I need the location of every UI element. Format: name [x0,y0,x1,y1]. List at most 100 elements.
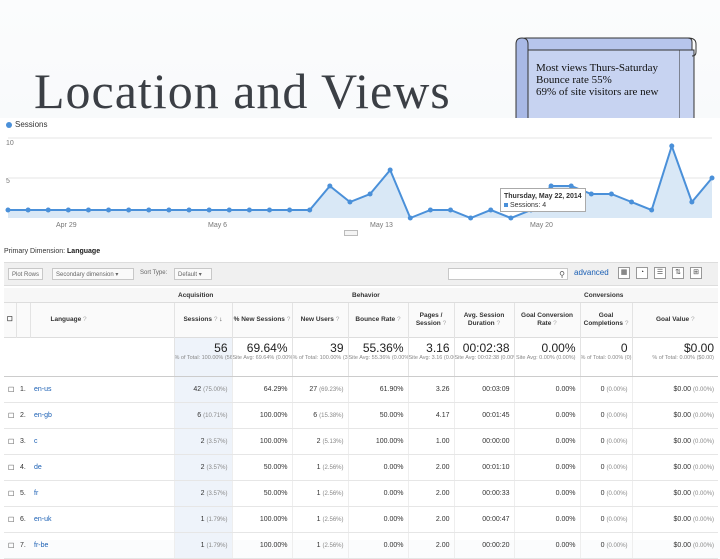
col-bounce-rate[interactable]: Bounce Rate ? [347,302,409,338]
col-goal-value[interactable]: Goal Value ? [631,302,719,338]
search-input[interactable]: ⚲ [448,268,568,280]
data-point[interactable] [508,215,514,221]
total-cell: $0.00% of Total: 0.00% ($0.00) [631,337,719,377]
row-number: 6. [16,506,30,533]
col-language[interactable]: Language ? [29,302,174,338]
performance-view-icon[interactable]: ☰ [654,267,666,279]
data-point[interactable] [85,207,91,213]
row-language-link[interactable]: en-uk [30,506,174,533]
dimension-value[interactable]: Language [67,248,100,255]
row-sessions: 1 (1.79%) [173,506,232,533]
data-point[interactable] [709,175,715,181]
data-point[interactable] [307,207,313,213]
data-point[interactable] [246,207,252,213]
data-point[interactable] [287,207,293,213]
data-point[interactable] [5,207,11,213]
col-goal-completions[interactable]: Goal Completions ? [579,302,633,338]
data-point[interactable] [146,207,152,213]
data-point[interactable] [468,215,474,221]
data-point[interactable] [206,207,212,213]
row-pages-session: 2.00 [407,454,455,481]
row-duration: 00:03:09 [453,376,515,403]
row-duration: 00:00:20 [453,532,515,559]
row-language-link[interactable]: fr-be [30,532,174,559]
col-sessions[interactable]: Sessions ? ↓ [173,302,232,338]
data-point[interactable] [65,207,71,213]
pivot-view-icon[interactable]: ⊞ [690,267,702,279]
data-point[interactable] [226,207,232,213]
data-point[interactable] [186,207,192,213]
note-line-1: Most views Thurs-Saturday [536,62,659,74]
row-checkbox[interactable]: ☐ [4,506,16,533]
row-new-users: 27 (69.23%) [291,376,349,403]
advanced-link[interactable]: advanced [574,268,609,277]
data-point[interactable] [45,207,51,213]
row-pages-session: 4.17 [407,402,455,429]
col-new-users[interactable]: New Users ? [291,302,349,338]
data-point[interactable] [407,215,413,221]
row-goal-value: $0.00 (0.00%) [631,480,719,507]
row-checkbox[interactable]: ☐ [4,376,16,403]
data-point[interactable] [327,183,333,189]
row-new-sessions: 50.00% [231,454,292,481]
row-number: 4. [16,454,30,481]
row-language-link[interactable]: fr [30,480,174,507]
select-all-checkbox[interactable]: ☐ [4,302,16,338]
data-point[interactable] [266,207,272,213]
data-point[interactable] [367,191,373,197]
row-language-link[interactable]: en-gb [30,402,174,429]
data-point[interactable] [166,207,172,213]
data-point[interactable] [588,191,594,197]
language-table: Acquisition Behavior Conversions ☐ Langu… [4,288,719,559]
data-point[interactable] [126,207,132,213]
data-view-icon[interactable]: ▦ [618,267,630,279]
data-point[interactable] [649,207,655,213]
x-tick-may6: May 6 [208,222,228,229]
col-goal-conv-rate[interactable]: Goal Conversion Rate ? [513,302,581,338]
col-new-sessions[interactable]: % New Sessions ? [231,302,292,338]
data-point[interactable] [629,199,635,205]
data-point[interactable] [669,143,675,149]
data-point[interactable] [427,207,433,213]
slide-title: Location and Views [34,63,451,119]
sort-type-dropdown[interactable]: Default ▾ [174,268,212,280]
row-checkbox[interactable]: ☐ [4,480,16,507]
row-bounce-rate: 0.00% [347,480,409,507]
plot-rows-button[interactable]: Plot Rows [8,268,44,280]
row-pages-session: 2.00 [407,532,455,559]
col-pages-session[interactable]: Pages / Session ? [407,302,455,338]
row-new-users: 1 (2.56%) [291,454,349,481]
data-point[interactable] [608,191,614,197]
data-point[interactable] [25,207,31,213]
row-goal-conv-rate: 0.00% [513,454,581,481]
total-cell: 00:02:38 Site Avg: 00:02:38 (0.00%) [453,337,515,377]
data-point[interactable] [448,207,454,213]
table-row: ☐ 5. fr 2 (3.57%) 50.00% 1 (2.56%) 0.00% 2.00 00… [4,480,719,507]
row-sessions: 2 (3.57%) [173,480,232,507]
row-duration: 00:01:45 [453,402,515,429]
row-language-link[interactable]: de [30,454,174,481]
total-cell: 56% of Total: 100.00% (56) [173,337,232,377]
data-point[interactable] [689,199,695,205]
row-language-link[interactable]: en-us [30,376,174,403]
secondary-dimension-dropdown[interactable]: Secondary dimension ▾ [52,268,134,280]
data-point[interactable] [106,207,112,213]
totals-row: 56% of Total: 100.00% (56) 69.64% Site Av… [4,337,719,377]
chevron-down-icon: ▾ [115,272,119,278]
data-point[interactable] [387,167,393,173]
total-cell: 69.64% Site Avg: 69.64% (0.00%) [231,337,292,377]
row-checkbox[interactable]: ☐ [4,402,16,429]
percentage-view-icon[interactable]: ◔ [636,267,648,279]
chart-resize-handle[interactable] [344,230,358,236]
row-pages-session: 1.00 [407,428,455,455]
row-language-link[interactable]: c [30,428,174,455]
row-bounce-rate: 61.90% [347,376,409,403]
comparison-view-icon[interactable]: ⇅ [672,267,684,279]
data-point[interactable] [488,207,494,213]
row-checkbox[interactable]: ☐ [4,532,16,559]
row-checkbox[interactable]: ☐ [4,454,16,481]
row-sessions: 42 (75.00%) [173,376,232,403]
data-point[interactable] [347,199,353,205]
row-checkbox[interactable]: ☐ [4,428,16,455]
col-avg-duration[interactable]: Avg. Session Duration ? [453,302,515,338]
